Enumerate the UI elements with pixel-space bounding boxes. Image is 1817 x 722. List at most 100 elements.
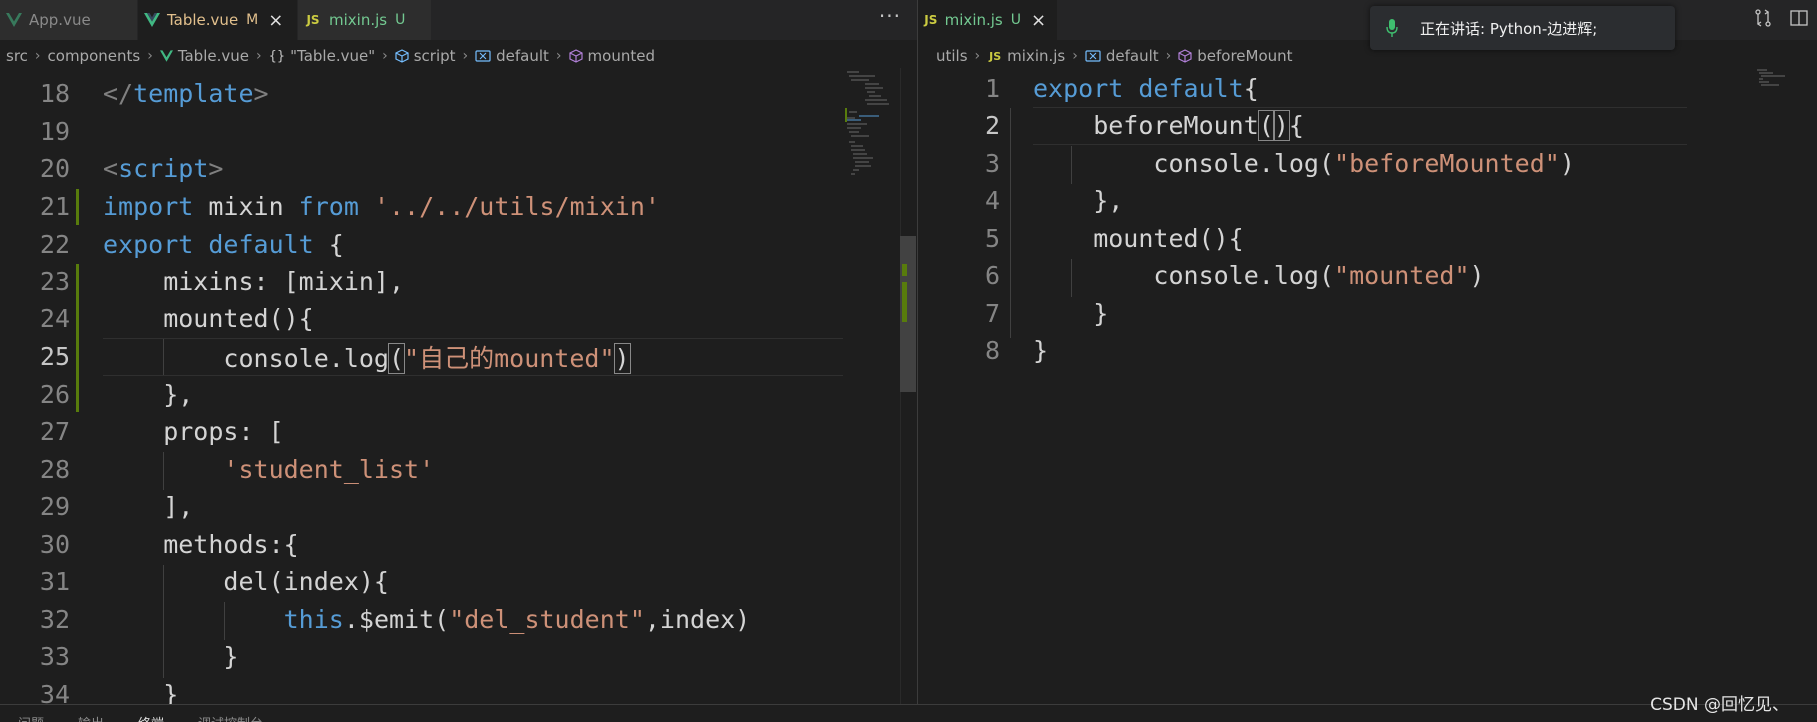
code-line: 29 ], <box>0 488 917 526</box>
code-line: 22 export default { <box>0 226 917 264</box>
line-number: 25 <box>39 342 70 372</box>
tab-table-vue[interactable]: Table.vue M × <box>138 0 298 40</box>
line-number: 21 <box>39 192 70 222</box>
scrollbar-change-marker <box>902 282 907 322</box>
chevron-right-icon: › <box>555 48 562 64</box>
breadcrumb-label: Table.vue <box>177 47 249 65</box>
js-icon: JS <box>924 13 938 27</box>
breadcrumb-label: mounted <box>587 47 655 65</box>
breadcrumb-label: mixin.js <box>1007 47 1066 65</box>
breadcrumb-item[interactable]: beforeMount <box>1178 47 1293 65</box>
code-line: 27 props: [ <box>0 413 917 451</box>
split-editor-icon[interactable] <box>1789 8 1809 28</box>
tab-mixin-js[interactable]: JS mixin.js U <box>298 0 432 40</box>
breadcrumb: utils › JS mixin.js › default › beforeMo… <box>918 44 1817 68</box>
breadcrumb-item[interactable]: {} "Table.vue" <box>269 47 376 65</box>
code-line: 23 mixins: [mixin], <box>0 263 917 301</box>
line-number: 23 <box>39 267 70 297</box>
line-number: 19 <box>39 117 70 147</box>
vue-icon <box>159 50 173 62</box>
code-line: 4 }, <box>918 182 1817 220</box>
code-line: 8} <box>918 332 1817 370</box>
left-tab-bar: App.vue Table.vue M × JS mixin.js U ··· <box>0 0 917 40</box>
code-line: 18 </template> <box>0 76 917 113</box>
breadcrumb-item[interactable]: mounted <box>568 47 655 65</box>
close-icon[interactable]: × <box>1031 10 1046 31</box>
untracked-badge: U <box>395 12 406 28</box>
line-number: 1 <box>984 74 1000 104</box>
chevron-right-icon: › <box>255 48 262 64</box>
code-line: 30 methods:{ <box>0 526 917 564</box>
line-number: 30 <box>39 530 70 560</box>
tab-problems[interactable]: 问题 <box>18 713 44 722</box>
line-number: 4 <box>984 186 1000 216</box>
js-icon: JS <box>989 49 1002 63</box>
tab-mixin-js[interactable]: JS mixin.js U × <box>918 0 1058 40</box>
breadcrumb-label: "Table.vue" <box>290 47 376 65</box>
breadcrumb-item[interactable]: default <box>475 47 549 65</box>
line-number: 24 <box>39 304 70 334</box>
line-number: 31 <box>39 567 70 597</box>
chevron-right-icon: › <box>1072 48 1078 64</box>
line-number: 7 <box>984 299 1000 329</box>
code-line: 1 export default{ <box>918 70 1817 108</box>
tab-debug-console[interactable]: 调试控制台 <box>198 713 263 722</box>
breadcrumb-label: beforeMount <box>1197 47 1293 65</box>
voice-chat-popup[interactable]: 正在讲话: Python-边进辉; <box>1370 6 1675 50</box>
breadcrumb-item[interactable]: Table.vue <box>159 47 249 65</box>
code-line: 2 beforeMount(){ <box>918 107 1817 145</box>
tab-terminal[interactable]: 终端 <box>138 713 164 722</box>
tab-label: Table.vue <box>167 11 239 29</box>
line-number: 27 <box>39 417 70 447</box>
right-tab-bar: JS mixin.js U × <box>918 0 1817 40</box>
line-number: 20 <box>39 154 70 184</box>
minimap[interactable] <box>1755 68 1805 88</box>
breadcrumb-item[interactable]: default <box>1085 47 1159 65</box>
line-number: 26 <box>39 380 70 410</box>
line-number: 8 <box>984 336 1000 366</box>
microphone-icon <box>1386 19 1398 37</box>
tab-label: App.vue <box>29 11 91 29</box>
code-line: 28 'student_list' <box>0 451 917 489</box>
code-line: 25 console.log("自己的mounted") <box>0 338 917 376</box>
breadcrumb: src › components › Table.vue › {} "Table… <box>0 44 917 68</box>
cube-icon <box>395 49 409 63</box>
close-icon[interactable]: × <box>268 10 283 31</box>
open-changes-icon[interactable] <box>1753 8 1773 28</box>
code-line: 5 mounted(){ <box>918 220 1817 258</box>
more-actions-button[interactable]: ··· <box>879 4 901 28</box>
code-editor[interactable]: 1 export default{ 2 beforeMount(){ 3 cons… <box>918 70 1817 698</box>
chevron-right-icon: › <box>974 48 981 64</box>
minimap[interactable] <box>845 68 895 198</box>
untracked-badge: U <box>1010 12 1021 28</box>
code-line: 33 } <box>0 638 917 676</box>
tab-output[interactable]: 输出 <box>78 713 104 722</box>
panel-tab-bar: 问题 输出 终端 调试控制台 <box>0 704 1817 722</box>
code-line: 26 }, <box>0 376 917 414</box>
code-editor[interactable]: 18 </template> 19 20 <script> 21 import mix… <box>0 76 917 704</box>
code-line: 20 <script> <box>0 150 917 188</box>
tab-app-vue[interactable]: App.vue <box>0 0 138 40</box>
chevron-right-icon: › <box>1165 48 1172 64</box>
right-editor-group: JS mixin.js U × utils › JS mixin.js › de… <box>918 0 1817 704</box>
speaking-status: 正在讲话: Python-边进辉; <box>1420 19 1598 38</box>
method-icon <box>1178 49 1192 63</box>
line-number: 33 <box>39 642 70 672</box>
tab-label: mixin.js <box>329 11 388 29</box>
code-line: 7 } <box>918 295 1817 333</box>
watermark: CSDN @回忆见、 <box>1650 695 1789 715</box>
variable-icon <box>1085 50 1101 62</box>
breadcrumb-item[interactable]: script <box>395 47 456 65</box>
line-number: 18 <box>39 79 70 109</box>
breadcrumb-item[interactable]: utils <box>936 47 968 65</box>
breadcrumb-label: script <box>413 47 456 65</box>
breadcrumb-item[interactable]: src <box>6 47 28 65</box>
js-icon: JS <box>306 13 320 27</box>
chevron-right-icon: › <box>147 48 153 64</box>
line-number: 22 <box>39 230 70 260</box>
breadcrumb-item[interactable]: components <box>48 47 141 65</box>
line-number: 3 <box>984 149 1000 179</box>
breadcrumb-item[interactable]: JS mixin.js <box>987 47 1065 65</box>
line-number: 5 <box>984 224 1000 254</box>
left-editor-group: App.vue Table.vue M × JS mixin.js U ··· … <box>0 0 917 704</box>
